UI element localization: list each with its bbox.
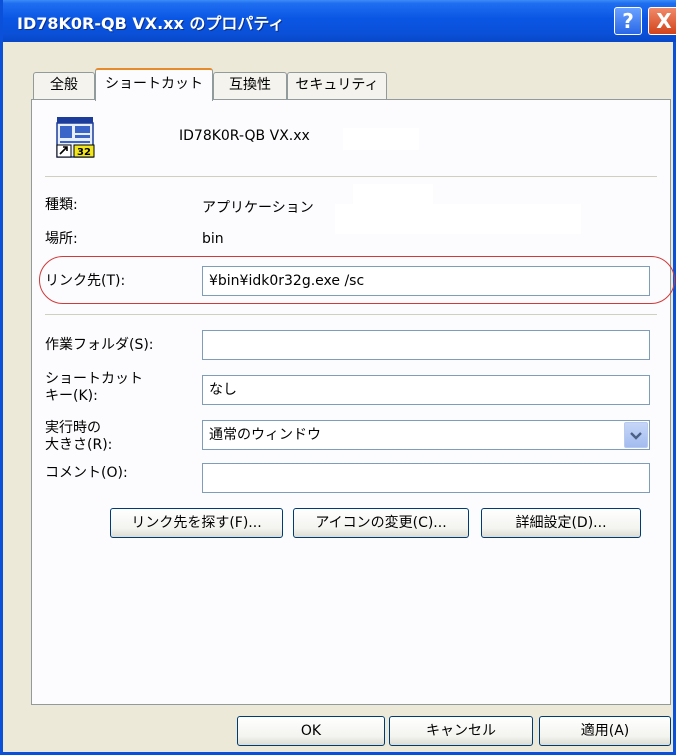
run-size-label-line2: 大きさ(R): bbox=[45, 437, 113, 453]
type-value: アプリケーション bbox=[202, 200, 314, 216]
change-icon-button[interactable]: アイコンの変更(C)... bbox=[293, 508, 469, 538]
run-size-select[interactable]: 通常のウィンドウ bbox=[202, 420, 650, 450]
apply-button[interactable]: 適用(A) bbox=[539, 716, 671, 746]
shortcut-name: ID78K0R-QB VX.xx bbox=[179, 128, 310, 144]
dropdown-arrow[interactable] bbox=[624, 422, 648, 448]
find-target-button[interactable]: リンク先を探す(F)... bbox=[110, 508, 283, 538]
location-label: 場所: bbox=[45, 231, 78, 247]
application-icon: 32 bbox=[56, 117, 95, 158]
blank-area bbox=[335, 204, 581, 234]
target-label: リンク先(T): bbox=[45, 273, 126, 289]
workdir-label: 作業フォルダ(S): bbox=[45, 337, 154, 353]
icon-badge-text: 32 bbox=[77, 147, 91, 158]
tab-compatibility[interactable]: 互換性 bbox=[213, 72, 287, 99]
help-button[interactable]: ? bbox=[614, 7, 642, 35]
divider bbox=[45, 314, 657, 315]
hotkey-input[interactable]: なし bbox=[202, 375, 650, 405]
ok-button[interactable]: OK bbox=[237, 716, 385, 746]
title-bar[interactable]: ID78K0R-QB VX.xx のプロパティ ? X bbox=[3, 0, 676, 42]
window-title: ID78K0R-QB VX.xx のプロパティ bbox=[17, 14, 285, 33]
target-input[interactable]: ¥bin¥idk0r32g.exe /sc bbox=[202, 266, 650, 296]
run-size-selected-value: 通常のウィンドウ bbox=[209, 427, 321, 443]
divider bbox=[45, 176, 657, 177]
comment-input[interactable] bbox=[202, 463, 650, 493]
chevron-down-icon bbox=[630, 432, 642, 440]
comment-label: コメント(O): bbox=[45, 465, 128, 481]
advanced-settings-button[interactable]: 詳細設定(D)... bbox=[481, 508, 641, 538]
blank-area bbox=[343, 128, 419, 150]
location-value: bin bbox=[202, 231, 224, 247]
workdir-input[interactable] bbox=[202, 330, 650, 360]
tab-shortcut[interactable]: ショートカット bbox=[95, 68, 213, 101]
cancel-button[interactable]: キャンセル bbox=[389, 716, 533, 746]
tab-general[interactable]: 全般 bbox=[33, 72, 95, 99]
properties-dialog: ID78K0R-QB VX.xx のプロパティ ? X 全般 ショートカット 互… bbox=[0, 0, 676, 755]
tab-security[interactable]: セキュリティ bbox=[287, 72, 387, 99]
run-size-label-line1: 実行時の bbox=[45, 420, 101, 436]
hotkey-label-line1: ショートカット bbox=[45, 371, 143, 387]
close-button[interactable]: X bbox=[648, 7, 676, 35]
type-label: 種類: bbox=[45, 197, 78, 213]
hotkey-label-line2: キー(K): bbox=[45, 388, 98, 404]
blank-area bbox=[353, 184, 433, 204]
